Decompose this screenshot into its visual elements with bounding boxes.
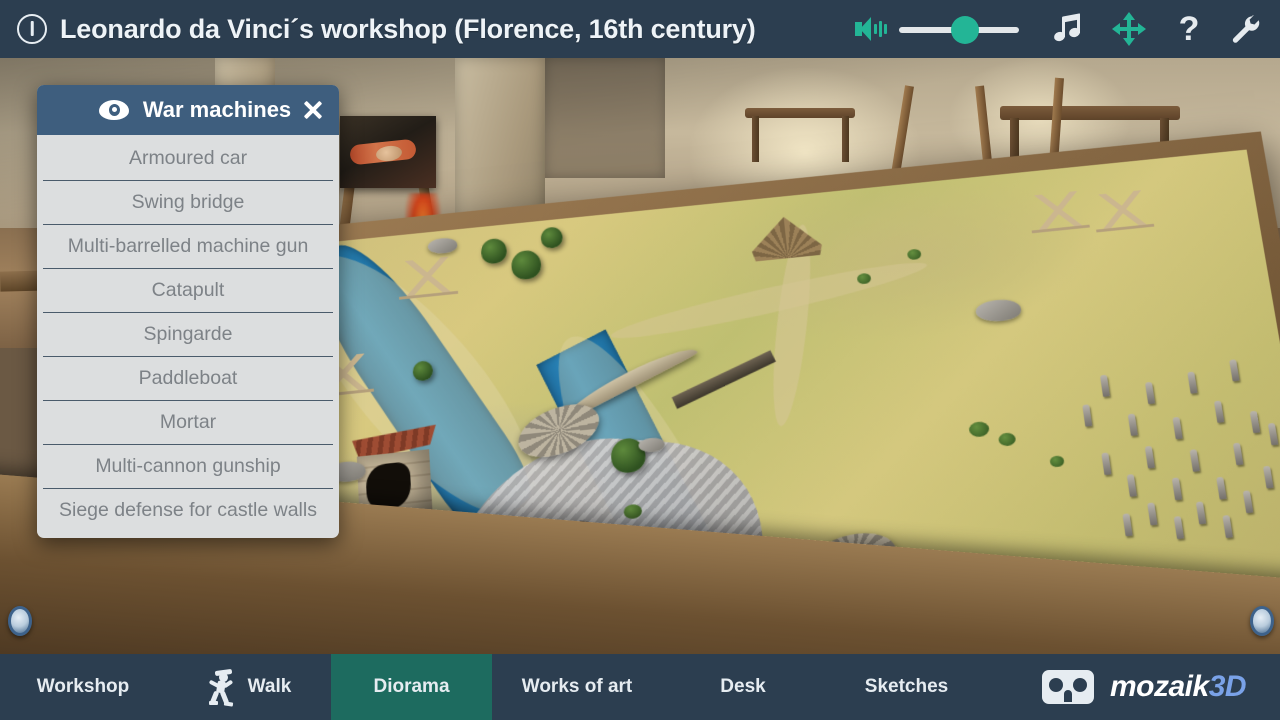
eye-icon[interactable]: [99, 100, 129, 120]
nav-tab-works-of-art[interactable]: Works of art: [492, 654, 662, 720]
list-item[interactable]: Multi-cannon gunship: [43, 445, 333, 489]
brand-area: mozaik3D: [1028, 654, 1280, 720]
toolbar-right-group: ?: [853, 11, 1262, 47]
nav-tab-sketches[interactable]: Sketches: [824, 654, 989, 720]
nav-tab-workshop[interactable]: Workshop: [0, 654, 166, 720]
page-title: Leonardo da Vinci´s workshop (Florence, …: [60, 13, 756, 44]
close-icon[interactable]: [301, 98, 325, 122]
move-arrows-icon[interactable]: [1111, 11, 1147, 47]
list-item[interactable]: Multi-barrelled machine gun: [43, 225, 333, 269]
siege-defense-stakes[interactable]: [1071, 347, 1280, 558]
list-item[interactable]: Siege defense for castle walls: [43, 489, 333, 532]
volume-thumb[interactable]: [951, 16, 979, 44]
war-machines-panel[interactable]: War machines Armoured car Swing bridge Mul…: [37, 85, 339, 538]
nav-tab-diorama[interactable]: Diorama: [331, 654, 492, 720]
list-item[interactable]: Paddleboat: [43, 357, 333, 401]
siege-engine-b[interactable]: [1090, 189, 1155, 233]
hotspot-right[interactable]: [1250, 606, 1274, 636]
vr-goggles-icon[interactable]: [1042, 670, 1094, 704]
workbench-right: [1000, 106, 1180, 120]
mozaik3d-logo[interactable]: mozaik3D: [1110, 670, 1247, 704]
workbench-mid: [745, 108, 855, 118]
top-toolbar: Leonardo da Vinci´s workshop (Florence, …: [0, 0, 1280, 58]
painting-on-easel[interactable]: [340, 116, 436, 188]
nav-tab-label: Sketches: [864, 676, 949, 697]
help-icon[interactable]: ?: [1174, 11, 1204, 47]
volume-slider[interactable]: [899, 14, 1019, 44]
walk-icon: [206, 668, 236, 707]
list-item[interactable]: Catapult: [43, 269, 333, 313]
list-item[interactable]: Mortar: [43, 401, 333, 445]
nav-tab-label: Works of art: [521, 676, 633, 697]
brand-name-primary: mozaik: [1110, 670, 1209, 703]
info-icon[interactable]: [17, 14, 47, 44]
list-item[interactable]: Armoured car: [43, 137, 333, 181]
nav-tab-label: Workshop: [36, 676, 130, 697]
list-item[interactable]: Spingarde: [43, 313, 333, 357]
music-note-icon[interactable]: [1051, 12, 1085, 46]
nav-tab-label: Desk: [720, 676, 766, 697]
bench-leg: [1010, 118, 1019, 158]
panel-header: War machines: [37, 85, 339, 135]
round-hut[interactable]: [749, 213, 823, 261]
hotspot-left[interactable]: [8, 606, 32, 636]
nav-tab-desk[interactable]: Desk: [662, 654, 824, 720]
wrench-icon[interactable]: [1228, 12, 1262, 46]
bench-leg: [842, 116, 849, 162]
nav-tab-label: Diorama: [373, 676, 450, 697]
list-item[interactable]: Swing bridge: [43, 181, 333, 225]
panel-title: War machines: [142, 97, 292, 122]
dirt-path-2: [608, 252, 931, 349]
speaker-icon[interactable]: [853, 12, 887, 46]
nav-tab-walk[interactable]: Walk: [166, 654, 331, 720]
brand-name-suffix: 3D: [1208, 670, 1247, 703]
bench-leg: [752, 116, 759, 162]
siege-engine-a[interactable]: [1026, 190, 1090, 234]
war-machines-list: Armoured car Swing bridge Multi-barrelled …: [37, 135, 339, 538]
nav-tab-label: Walk: [247, 676, 292, 697]
catapult-model[interactable]: [397, 255, 459, 300]
wall-recess: [545, 58, 665, 178]
application-window: Leonardo da Vinci´s workshop (Florence, …: [0, 0, 1280, 720]
